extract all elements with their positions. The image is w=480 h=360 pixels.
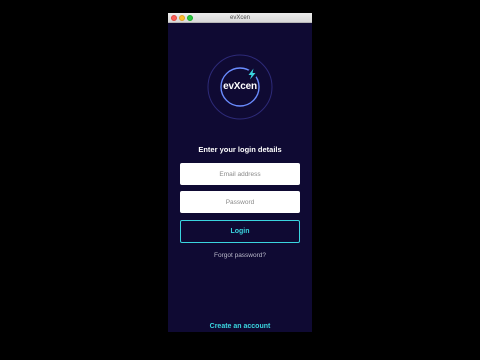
- login-button[interactable]: Login: [180, 220, 300, 243]
- email-field[interactable]: [180, 163, 300, 185]
- title-bar: evXcen: [168, 13, 312, 23]
- brand-logo: evXcen: [207, 54, 273, 120]
- app-window: evXcen evXcen Enter your login details L…: [168, 13, 312, 332]
- brand-logo-text: evXcen: [223, 81, 257, 92]
- password-field[interactable]: [180, 191, 300, 213]
- login-heading: Enter your login details: [198, 145, 282, 154]
- forgot-password-link[interactable]: Forgot password?: [168, 252, 312, 259]
- window-title: evXcen: [229, 15, 250, 21]
- create-account-link[interactable]: Create an account: [168, 323, 312, 330]
